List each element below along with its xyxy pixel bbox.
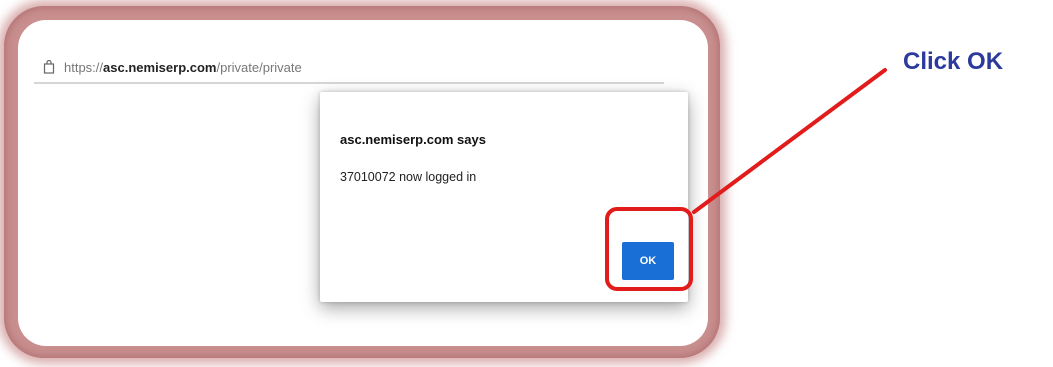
url-path: /private/private [216, 59, 302, 75]
url-domain: asc.nemiserp.com [103, 59, 217, 75]
dialog-title: asc.nemiserp.com says [340, 132, 486, 147]
screenshot-frame: https://asc.nemiserp.com/private/private… [4, 6, 720, 358]
url-prefix: https:// [64, 59, 104, 75]
url-text[interactable]: https://asc.nemiserp.com/private/private [64, 60, 302, 75]
callout-label: Click OK [903, 48, 1004, 75]
page-info-icon[interactable] [42, 60, 56, 74]
address-bar[interactable]: https://asc.nemiserp.com/private/private [34, 52, 664, 84]
ok-highlight-box [605, 207, 693, 291]
browser-window: https://asc.nemiserp.com/private/private… [18, 20, 708, 346]
dialog-message: 37010072 now logged in [340, 170, 477, 184]
